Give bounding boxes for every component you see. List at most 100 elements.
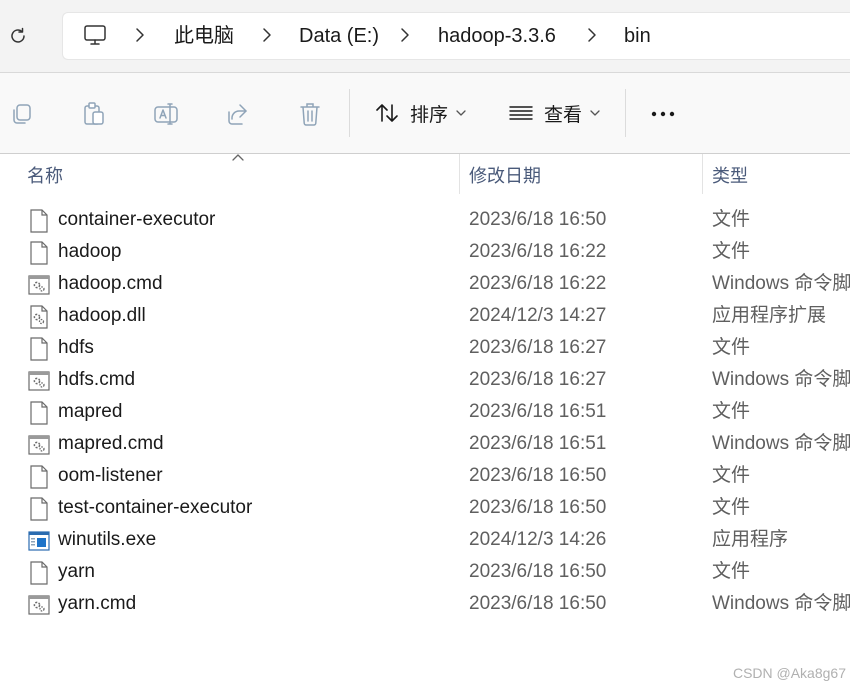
file-type: Windows 命令脚本 xyxy=(712,369,850,390)
file-icon xyxy=(30,561,48,585)
file-name: mapred xyxy=(58,401,123,422)
column-divider[interactable] xyxy=(702,154,703,194)
refresh-button[interactable] xyxy=(4,22,32,50)
sort-ascending-icon xyxy=(232,154,244,161)
file-row[interactable]: test-container-executor 2023/6/18 16:50 文件 xyxy=(0,492,850,524)
file-icon xyxy=(30,465,48,489)
chevron-right-icon[interactable] xyxy=(134,27,146,43)
chevron-right-icon[interactable] xyxy=(586,27,598,43)
chevron-right-icon[interactable] xyxy=(399,27,411,43)
rename-icon[interactable] xyxy=(152,100,180,128)
file-type: 文件 xyxy=(712,465,751,486)
file-row[interactable]: mapred 2023/6/18 16:51 文件 xyxy=(0,396,850,428)
file-date-modified: 2023/6/18 16:27 xyxy=(469,369,607,390)
breadcrumb-hadoop-folder[interactable]: hadoop-3.3.6 xyxy=(438,23,556,49)
sort-button[interactable]: 排序 xyxy=(374,98,466,128)
file-row[interactable]: hdfs 2023/6/18 16:27 文件 xyxy=(0,332,850,364)
share-icon[interactable] xyxy=(224,100,252,128)
paste-icon[interactable] xyxy=(80,100,108,128)
file-name: winutils.exe xyxy=(58,529,157,550)
file-date-modified: 2023/6/18 16:50 xyxy=(469,593,607,614)
refresh-icon xyxy=(11,27,25,43)
chevron-right-icon[interactable] xyxy=(261,27,273,43)
this-pc-icon[interactable] xyxy=(82,22,108,48)
file-date-modified: 2024/12/3 14:27 xyxy=(469,305,607,326)
file-type: 文件 xyxy=(712,401,751,422)
file-date-modified: 2023/6/18 16:27 xyxy=(469,337,607,358)
address-bar-area xyxy=(0,0,850,73)
breadcrumb-bin-folder[interactable]: bin xyxy=(624,23,651,49)
file-type: Windows 命令脚本 xyxy=(712,593,850,614)
watermark: CSDN @Aka8g67 xyxy=(732,665,846,681)
chevron-down-icon xyxy=(456,110,466,116)
column-header-name[interactable]: 名称 xyxy=(27,160,63,192)
breadcrumb-drive[interactable]: Data (E:) xyxy=(299,23,379,49)
file-icon xyxy=(30,241,48,265)
file-row[interactable]: oom-listener 2023/6/18 16:50 文件 xyxy=(0,460,850,492)
file-name: hadoop xyxy=(58,241,122,262)
toolbar-divider xyxy=(349,89,350,137)
file-row[interactable]: hdfs.cmd 2023/6/18 16:27 Windows 命令脚本 xyxy=(0,364,850,396)
file-row[interactable]: winutils.exe 2024/12/3 14:26 应用程序 xyxy=(0,524,850,556)
file-type: 文件 xyxy=(712,497,751,518)
file-type: 应用程序 xyxy=(712,529,789,550)
file-type: 应用程序扩展 xyxy=(712,305,827,326)
file-row[interactable]: mapred.cmd 2023/6/18 16:51 Windows 命令脚本 xyxy=(0,428,850,460)
file-name: hdfs.cmd xyxy=(58,369,136,390)
file-date-modified: 2023/6/18 16:50 xyxy=(469,561,607,582)
file-type: 文件 xyxy=(712,241,751,262)
file-name: hdfs xyxy=(58,337,94,358)
file-date-modified: 2023/6/18 16:51 xyxy=(469,433,607,454)
column-header-type[interactable]: 类型 xyxy=(712,160,748,192)
toolbar-divider xyxy=(625,89,626,137)
file-name: container-executor xyxy=(58,209,216,230)
breadcrumb-this-pc[interactable]: 此电脑 xyxy=(174,23,234,49)
view-lines-icon xyxy=(509,106,533,120)
column-header-date-modified[interactable]: 修改日期 xyxy=(469,160,541,192)
file-row[interactable]: yarn.cmd 2023/6/18 16:50 Windows 命令脚本 xyxy=(0,588,850,620)
delete-icon[interactable] xyxy=(296,100,324,128)
dll-icon xyxy=(30,305,48,329)
file-icon xyxy=(30,337,48,361)
file-date-modified: 2024/12/3 14:26 xyxy=(469,529,607,550)
file-row[interactable]: hadoop 2023/6/18 16:22 文件 xyxy=(0,236,850,268)
file-icon xyxy=(30,401,48,425)
file-type: 文件 xyxy=(712,209,751,230)
copy-icon[interactable] xyxy=(8,100,36,128)
file-date-modified: 2023/6/18 16:22 xyxy=(469,241,607,262)
file-row[interactable]: yarn 2023/6/18 16:50 文件 xyxy=(0,556,850,588)
file-row[interactable]: hadoop.cmd 2023/6/18 16:22 Windows 命令脚本 xyxy=(0,268,850,300)
sort-arrows-icon xyxy=(376,104,398,122)
cmd-script-icon xyxy=(28,595,50,615)
file-date-modified: 2023/6/18 16:50 xyxy=(469,497,607,518)
file-name: hadoop.dll xyxy=(58,305,146,326)
file-date-modified: 2023/6/18 16:50 xyxy=(469,465,607,486)
file-name: mapred.cmd xyxy=(58,433,164,454)
cmd-script-icon xyxy=(28,435,50,455)
file-name: oom-listener xyxy=(58,465,163,486)
file-date-modified: 2023/6/18 16:22 xyxy=(469,273,607,294)
cmd-script-icon xyxy=(28,275,50,295)
chevron-down-icon xyxy=(590,110,600,116)
file-name: test-container-executor xyxy=(58,497,253,518)
file-list: container-executor 2023/6/18 16:50 文件 hadoo… xyxy=(0,204,850,620)
file-date-modified: 2023/6/18 16:50 xyxy=(469,209,607,230)
file-name: hadoop.cmd xyxy=(58,273,163,294)
more-options-icon[interactable] xyxy=(650,100,678,128)
column-divider[interactable] xyxy=(459,154,460,194)
file-type: 文件 xyxy=(712,561,751,582)
exe-icon xyxy=(28,531,50,551)
view-button[interactable]: 查看 xyxy=(508,98,600,128)
file-icon xyxy=(30,497,48,521)
file-row[interactable]: container-executor 2023/6/18 16:50 文件 xyxy=(0,204,850,236)
file-name: yarn.cmd xyxy=(58,593,137,614)
file-type: Windows 命令脚本 xyxy=(712,273,850,294)
file-type: Windows 命令脚本 xyxy=(712,433,850,454)
file-name: yarn xyxy=(58,561,95,582)
cmd-script-icon xyxy=(28,371,50,391)
command-bar: 排序 查看 xyxy=(0,73,850,154)
view-label: 查看 xyxy=(544,104,583,126)
file-type: 文件 xyxy=(712,337,751,358)
file-row[interactable]: hadoop.dll 2024/12/3 14:27 应用程序扩展 xyxy=(0,300,850,332)
sort-label: 排序 xyxy=(410,104,449,126)
